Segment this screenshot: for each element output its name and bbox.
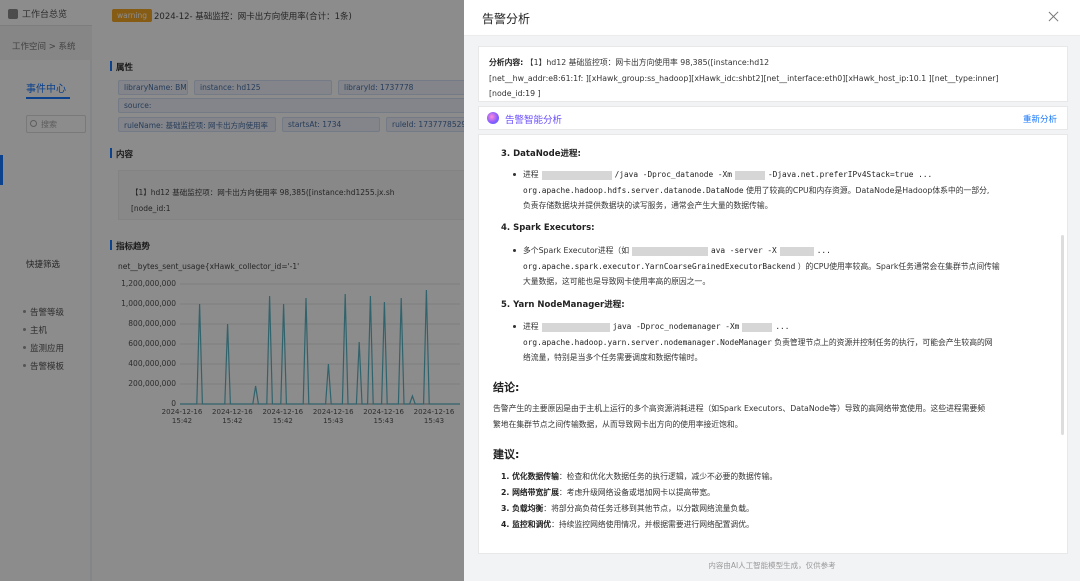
- analysis-label: 分析内容:: [489, 58, 524, 67]
- conclusion-heading: 结论:: [493, 381, 520, 394]
- redacted-block: [541, 322, 610, 332]
- drawer-header: 告警分析: [464, 0, 1080, 36]
- step-datanode-title: 3. DataNode进程:: [501, 149, 581, 159]
- ai-analysis-bar: 告警智能分析 重新分析: [478, 106, 1068, 130]
- analysis-line-3: [node_id:19 ]: [489, 89, 541, 98]
- analysis-line-1: 【1】hd12 基础监控项：网卡出方向使用率 98,385([instance:…: [525, 58, 770, 67]
- advice-item-2: 2. 网络带宽扩展：考虑升级网络设备或增加网卡以提高带宽。: [501, 488, 715, 497]
- ai-disclaimer: 内容由AI人工智能模型生成，仅供参考: [708, 561, 836, 570]
- alert-analysis-drawer: 告警分析 分析内容: 【1】hd12 基础监控项：网卡出方向使用率 98,385…: [464, 0, 1080, 581]
- advice-item-3: 3. 负载均衡：将部分高负荷任务迁移到其他节点，以分散网络流量负载。: [501, 504, 754, 513]
- advice-heading: 建议:: [493, 448, 520, 461]
- advice-item-1: 1. 优化数据传输：检查和优化大数据任务的执行逻辑，减少不必要的数据传输。: [501, 472, 778, 481]
- ai-result-panel[interactable]: 3. DataNode进程: 进程/java -Dproc_datanode -…: [478, 134, 1068, 554]
- ai-sparkle-icon: [487, 112, 499, 124]
- redacted-block: [742, 322, 773, 332]
- redacted-block: [779, 246, 814, 256]
- analysis-line-2: [net__hw_addr:e8:61:1f: ][xHawk_group:ss…: [489, 73, 999, 83]
- drawer-title: 告警分析: [482, 12, 531, 26]
- bullet-icon: [513, 173, 516, 176]
- ai-analysis-title: 告警智能分析: [505, 115, 563, 126]
- modal-overlay[interactable]: [0, 0, 464, 581]
- redacted-block: [541, 170, 612, 180]
- reanalyze-button[interactable]: 重新分析: [1023, 113, 1057, 125]
- step-nodemanager-title: 5. Yarn NodeManager进程:: [501, 300, 625, 310]
- bullet-icon: [513, 325, 516, 328]
- bullet-icon: [513, 249, 516, 252]
- analysis-content: 分析内容: 【1】hd12 基础监控项：网卡出方向使用率 98,385([ins…: [478, 46, 1068, 102]
- redacted-block: [734, 170, 765, 180]
- step-nodemanager-detail: 进程 java -Dproc_nodemanager -Xm... org.apa…: [513, 319, 1053, 366]
- step-datanode-detail: 进程/java -Dproc_datanode -Xm -Djava.net.pr…: [513, 167, 1053, 214]
- redacted-block: [632, 246, 709, 256]
- close-icon[interactable]: [1046, 9, 1062, 25]
- advice-item-4: 4. 监控和调优：持续监控网络使用情况，并根据需要进行网络配置调优。: [501, 520, 754, 529]
- conclusion-text: 告警产生的主要原因是由于主机上运行的多个高资源消耗进程（如Spark Execu…: [493, 404, 986, 429]
- step-spark-title: 4. Spark Executors:: [501, 223, 595, 233]
- scrollbar[interactable]: [1061, 235, 1064, 435]
- step-spark-detail: 多个Spark Executor进程（如 ava -server -X... or…: [513, 243, 1053, 290]
